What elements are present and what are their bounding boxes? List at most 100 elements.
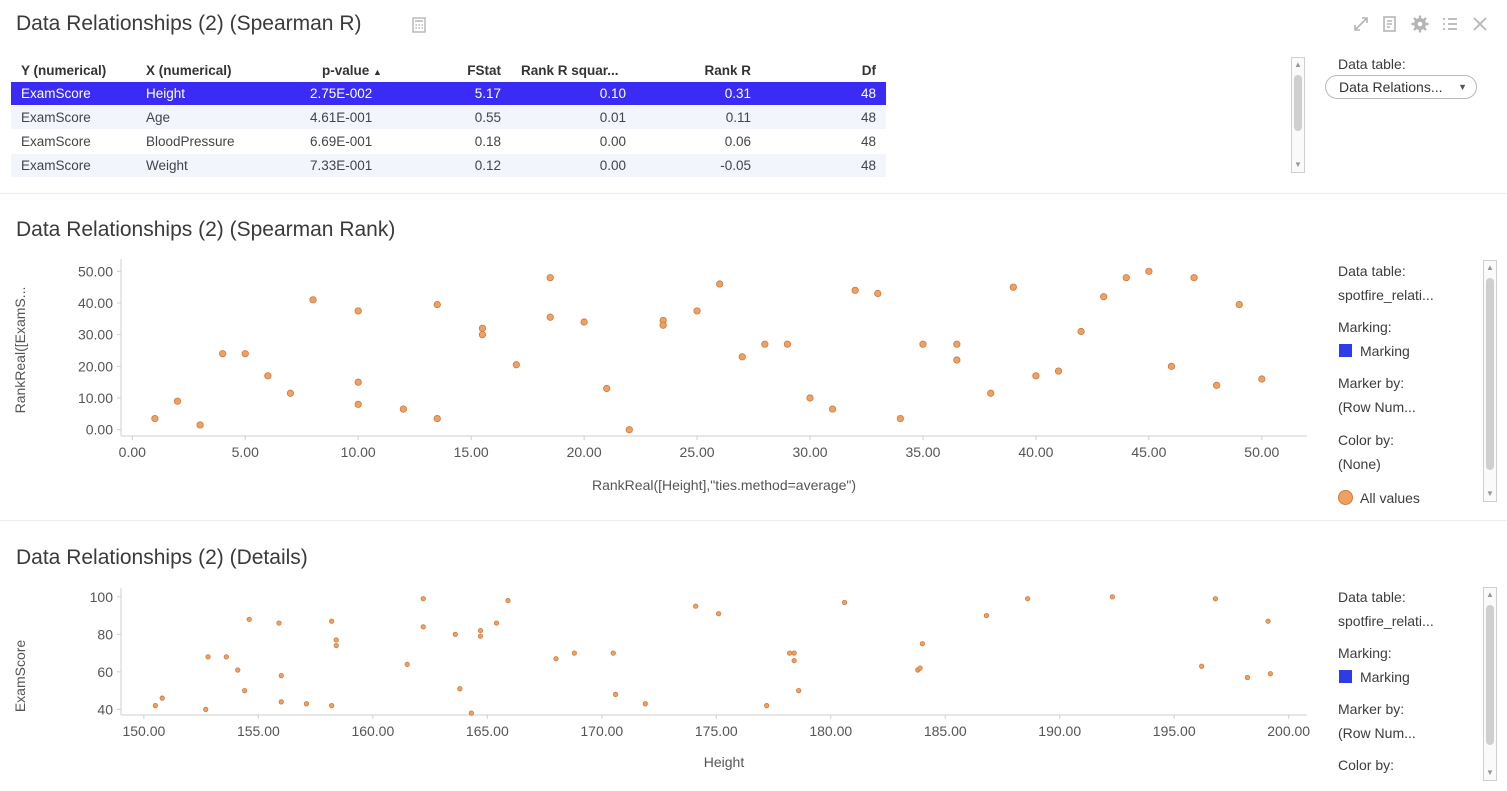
data-point[interactable] [642,701,648,707]
data-point[interactable] [1122,274,1130,282]
data-point[interactable] [278,673,284,679]
legend-scrollbar[interactable]: ▲ ▼ [1483,260,1497,502]
data-point[interactable] [1267,671,1273,677]
data-point[interactable] [1167,362,1176,370]
table-row[interactable]: ExamScore BloodPressure 6.69E-001 0.18 0.00 0… [11,130,886,153]
data-point[interactable] [625,426,633,434]
data-point[interactable] [420,624,426,630]
data-point[interactable] [333,637,339,643]
data-point[interactable] [851,286,859,294]
data-point[interactable] [452,631,458,637]
data-point[interactable] [659,321,667,329]
table-row[interactable]: ExamScore Height 2.75E-002 5.17 0.10 0.31 48 [11,82,886,105]
data-point[interactable] [420,596,426,602]
data-point[interactable] [764,703,770,709]
data-point[interactable] [738,353,746,361]
data-point[interactable] [173,397,182,405]
data-point[interactable] [917,665,923,671]
column-header[interactable]: FStat [441,59,501,82]
data-point[interactable] [1235,300,1243,309]
data-point[interactable] [610,650,616,656]
data-point[interactable] [983,612,990,619]
data-point[interactable] [806,394,814,402]
column-header[interactable]: X (numerical) [146,59,232,82]
column-header[interactable]: p-value ▲ [322,59,382,84]
data-point[interactable] [546,313,554,321]
data-point[interactable] [404,661,410,667]
data-point[interactable] [493,620,500,626]
data-point[interactable] [761,340,769,348]
rank-scatter-chart[interactable]: 0.00 5.00 10.00 15.00 20.00 25.00 30.00 35.00 40… [0,194,1320,520]
data-point[interactable] [478,324,487,332]
data-point[interactable] [919,641,925,647]
data-point[interactable] [354,378,362,386]
calculator-icon[interactable] [412,17,426,33]
data-point[interactable] [478,331,487,339]
data-point[interactable] [468,710,474,716]
y-axis-label[interactable]: RankReal([ExamS... [12,287,28,414]
data-point[interactable] [791,650,797,656]
data-point[interactable] [841,599,848,606]
data-point[interactable] [329,703,335,709]
column-header[interactable]: Df [816,59,876,82]
color-by-value[interactable]: (None) [1338,456,1381,472]
data-point[interactable] [219,350,227,358]
data-point[interactable] [716,280,724,288]
data-point[interactable] [786,650,793,656]
data-point[interactable] [1109,594,1115,600]
scroll-down-icon[interactable]: ▼ [1292,159,1304,171]
scroll-up-icon[interactable]: ▲ [1484,262,1496,274]
data-point[interactable] [1244,674,1251,681]
data-point[interactable] [874,289,882,298]
data-point[interactable] [1032,372,1040,380]
data-point[interactable] [1100,293,1108,301]
data-point[interactable] [571,650,577,656]
legend-scrollbar[interactable]: ▲ ▼ [1483,587,1497,781]
scrollbar-thumb[interactable] [1486,605,1494,745]
data-point[interactable] [457,686,463,692]
data-point[interactable] [235,667,241,673]
data-point[interactable] [354,400,362,408]
data-point[interactable] [1258,375,1266,383]
marker-by-value[interactable]: (Row Num... [1338,399,1416,415]
data-point[interactable] [329,618,335,624]
data-point[interactable] [433,300,441,309]
scroll-down-icon[interactable]: ▼ [1484,488,1496,500]
data-point[interactable] [796,688,802,694]
data-table-dropdown[interactable]: Data Relations... ▼ [1325,75,1477,99]
data-point[interactable] [715,611,722,617]
data-table-value[interactable]: spotfire_relati... [1338,613,1434,629]
data-point[interactable] [333,642,339,649]
data-point[interactable] [546,274,554,282]
data-point[interactable] [1077,327,1085,336]
data-point[interactable] [303,701,310,707]
data-point[interactable] [1145,267,1153,275]
scroll-up-icon[interactable]: ▲ [1484,589,1496,601]
data-point[interactable] [1212,596,1219,602]
data-point[interactable] [477,633,484,639]
data-point[interactable] [1265,618,1271,624]
data-point[interactable] [1054,367,1063,375]
scrollbar-thumb[interactable] [1486,278,1494,470]
marking-value[interactable]: Marking [1360,343,1410,359]
data-point[interactable] [309,296,317,304]
scrollbar-thumb[interactable] [1294,75,1302,131]
data-point[interactable] [505,597,511,604]
data-point[interactable] [246,616,252,622]
data-point[interactable] [783,340,792,348]
table-scrollbar[interactable]: ▲ ▼ [1291,57,1305,173]
data-point[interactable] [276,620,282,626]
data-point[interactable] [693,307,701,315]
data-point[interactable] [953,340,961,348]
marker-by-value[interactable]: (Row Num... [1338,725,1416,741]
x-axis-label[interactable]: Height [704,754,745,770]
data-point[interactable] [1199,663,1205,669]
column-header[interactable]: Y (numerical) [21,59,106,82]
data-point[interactable] [919,340,927,348]
data-point[interactable] [693,603,699,609]
x-axis-label[interactable]: RankReal([Height],"ties.method=average") [592,477,856,493]
data-point[interactable] [603,384,611,393]
data-point[interactable] [278,699,284,705]
data-point[interactable] [477,627,484,634]
data-point[interactable] [196,421,204,429]
